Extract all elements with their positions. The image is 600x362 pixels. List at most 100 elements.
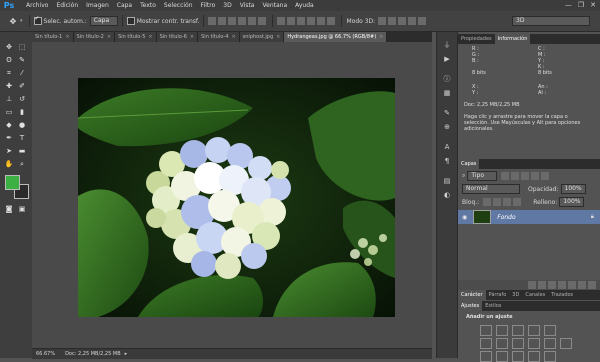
tab-hydrangeas[interactable]: Hydrangeas.jpg @ 66.7% (RGB/8#) × (284, 32, 388, 42)
tab-ajustes[interactable]: Ajustes (458, 301, 483, 311)
pen-tool-icon[interactable]: ✒ (4, 133, 14, 143)
menu-texto[interactable]: Texto (140, 2, 156, 9)
status-menu-arrow-icon[interactable]: ▸ (125, 351, 128, 357)
lock-pixels-icon[interactable] (493, 198, 502, 206)
distribute-middle-icon[interactable] (287, 17, 296, 25)
fill-input[interactable]: 100% (559, 197, 585, 207)
tab-propiedades[interactable]: Propiedades (458, 34, 495, 44)
align-right-icon[interactable] (258, 17, 267, 25)
close-tab-icon[interactable]: × (379, 34, 383, 40)
info-panel-icon[interactable]: ⓘ (442, 74, 452, 84)
auto-select-dropdown[interactable]: Capa (89, 16, 118, 26)
menu-vista[interactable]: Vista (240, 2, 255, 9)
restore-icon[interactable]: ❐ (578, 1, 584, 9)
distribute-right-icon[interactable] (327, 17, 336, 25)
menu-ventana[interactable]: Ventana (262, 2, 287, 9)
tab-capas[interactable]: Capas (458, 159, 480, 169)
tool-preset-arrow-icon[interactable]: ▾ (20, 18, 23, 24)
menu-ayuda[interactable]: Ayuda (295, 2, 314, 9)
photo-filter-icon[interactable] (528, 338, 540, 349)
show-transform-checkbox[interactable] (126, 17, 135, 25)
tab-caracter[interactable]: Carácter (458, 290, 486, 300)
menu-archivo[interactable]: Archivo (26, 2, 48, 9)
menu-seleccion[interactable]: Selección (164, 2, 193, 9)
workspace-dropdown[interactable]: 3D (512, 16, 590, 26)
scale-3d-icon[interactable] (418, 17, 427, 25)
lasso-tool-icon[interactable]: ʘ (4, 55, 14, 65)
color-panel-icon[interactable]: ◐ (442, 190, 452, 200)
paragraph-panel-icon[interactable]: ¶ (442, 156, 452, 166)
clone-source-panel-icon[interactable]: ⊕ (442, 122, 452, 132)
close-tab-icon[interactable]: × (148, 34, 152, 40)
history-panel-icon[interactable]: ⏚ (442, 40, 452, 50)
selective-color-icon[interactable] (528, 351, 540, 362)
tab-sin-titulo-6[interactable]: Sin título-6 × (156, 32, 199, 42)
close-tab-icon[interactable]: × (65, 34, 69, 40)
foreground-color-swatch[interactable] (5, 175, 20, 190)
tab-sin-titulo-5[interactable]: Sin título-5 × (115, 32, 157, 42)
quick-select-tool-icon[interactable]: ✎ (17, 55, 27, 65)
menu-edicion[interactable]: Edición (56, 2, 78, 9)
align-middle-icon[interactable] (218, 17, 227, 25)
tab-sin-titulo-4[interactable]: Sin título-4 × (198, 32, 240, 42)
lock-all-icon[interactable] (513, 198, 522, 206)
swatches-panel-icon[interactable]: ▤ (442, 176, 452, 186)
filter-type-icon[interactable] (521, 172, 530, 180)
distribute-center-icon[interactable] (317, 17, 326, 25)
close-tab-icon[interactable]: × (231, 34, 235, 40)
gradient-tool-icon[interactable]: ▮ (17, 107, 27, 117)
close-tab-icon[interactable]: × (190, 34, 194, 40)
new-group-icon[interactable] (568, 281, 576, 289)
invert-icon[interactable] (480, 351, 492, 362)
hydrangea-photo[interactable] (78, 78, 395, 317)
histogram-panel-icon[interactable]: ▦ (442, 88, 452, 98)
align-left-icon[interactable] (238, 17, 247, 25)
color-balance-icon[interactable] (496, 338, 508, 349)
type-tool-icon[interactable]: T (17, 133, 27, 143)
drag-3d-icon[interactable] (398, 17, 407, 25)
close-tab-icon[interactable]: × (107, 34, 111, 40)
history-brush-tool-icon[interactable]: ↺ (17, 94, 27, 104)
delete-layer-icon[interactable] (588, 281, 596, 289)
hand-tool-icon[interactable]: ✋ (4, 159, 14, 169)
move-tool-icon[interactable]: ✥ (6, 16, 20, 26)
filter-pixel-icon[interactable] (501, 172, 510, 180)
eyedropper-tool-icon[interactable]: ⁄ (17, 68, 27, 78)
new-layer-icon[interactable] (578, 281, 586, 289)
filter-adjust-icon[interactable] (511, 172, 520, 180)
distribute-left-icon[interactable] (307, 17, 316, 25)
zoom-tool-icon[interactable]: ⌕ (17, 159, 27, 169)
rotate-3d-icon[interactable] (378, 17, 387, 25)
slide-3d-icon[interactable] (408, 17, 417, 25)
layer-style-icon[interactable] (538, 281, 546, 289)
brush-tool-icon[interactable]: ✐ (17, 81, 27, 91)
auto-select-checkbox[interactable] (33, 15, 42, 25)
exposure-icon[interactable] (528, 325, 540, 336)
menu-3d[interactable]: 3D (223, 2, 231, 9)
brightness-icon[interactable] (480, 325, 492, 336)
eraser-tool-icon[interactable]: ▭ (4, 107, 14, 117)
hue-saturation-icon[interactable] (480, 338, 492, 349)
brush-panel-icon[interactable]: ✎ (442, 108, 452, 118)
screen-mode-icon[interactable]: ▣ (17, 204, 27, 214)
shape-tool-icon[interactable]: ▬ (17, 146, 27, 156)
new-adjustment-icon[interactable] (558, 281, 566, 289)
path-select-tool-icon[interactable]: ➤ (4, 146, 14, 156)
posterize-icon[interactable] (496, 351, 508, 362)
distribute-bottom-icon[interactable] (297, 17, 306, 25)
actions-panel-icon[interactable]: ▶ (442, 54, 452, 64)
curves-icon[interactable] (512, 325, 524, 336)
align-center-icon[interactable] (248, 17, 257, 25)
tab-sniphost[interactable]: sniphost.jpg × (239, 32, 285, 42)
marquee-tool-icon[interactable]: ⬚ (17, 42, 27, 52)
menu-capa[interactable]: Capa (117, 2, 132, 9)
threshold-icon[interactable] (512, 351, 524, 362)
tab-3d[interactable]: 3D (509, 290, 522, 300)
move-tool-icon[interactable]: ✥ (4, 42, 14, 52)
filter-shape-icon[interactable] (531, 172, 540, 180)
close-tab-icon[interactable]: × (276, 34, 280, 40)
character-panel-icon[interactable]: A (442, 142, 452, 152)
kind-filter-dropdown[interactable]: Tipo (467, 171, 498, 181)
roll-3d-icon[interactable] (388, 17, 397, 25)
channel-mixer-icon[interactable] (544, 338, 556, 349)
